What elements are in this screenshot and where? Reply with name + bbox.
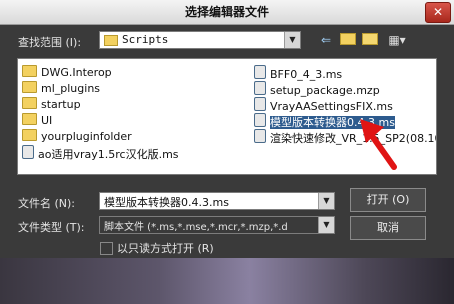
filename-value: 模型版本转换器0.4.3.ms [104, 196, 229, 209]
list-item[interactable]: setup_package.mzp [254, 81, 380, 97]
list-item[interactable]: startup [22, 97, 81, 111]
view-menu-icon[interactable]: ▦▾ [385, 33, 409, 47]
package-file-icon [254, 81, 266, 95]
folder-icon [104, 35, 118, 46]
lookin-label: 查找范围 (I): [18, 36, 82, 49]
chevron-down-icon[interactable]: ▼ [284, 32, 300, 48]
file-list[interactable]: DWG.Interop ml_plugins startup UI yourpl… [17, 58, 437, 175]
folder-icon [22, 113, 37, 125]
list-item[interactable]: yourpluginfolder [22, 129, 132, 143]
filetype-value: 脚本文件 (*.ms,*.mse,*.mcr,*.mzp,*.d [104, 222, 288, 233]
filetype-label: 文件类型 (T): [18, 221, 85, 234]
list-item[interactable]: DWG.Interop [22, 65, 112, 79]
lookin-value: Scripts [122, 33, 169, 46]
chevron-down-icon[interactable]: ▼ [318, 217, 334, 233]
folder-icon [22, 97, 37, 109]
title-bar: 选择编辑器文件 ✕ [0, 0, 454, 25]
script-file-icon [254, 129, 266, 143]
folder-icon [22, 129, 37, 141]
list-item[interactable]: UI [22, 113, 52, 127]
script-file-icon [22, 145, 34, 159]
dialog-title: 选择编辑器文件 [184, 5, 269, 19]
up-folder-icon[interactable] [340, 33, 356, 47]
readonly-label: 以只读方式打开 (R) [117, 242, 214, 255]
background-taskbar [0, 258, 454, 304]
script-file-icon [254, 113, 266, 127]
folder-icon [22, 81, 37, 93]
list-item[interactable]: VrayAASettingsFIX.ms [254, 97, 393, 113]
red-arrow-annotation [360, 119, 397, 170]
new-folder-icon[interactable] [362, 33, 378, 47]
filetype-dropdown[interactable]: 脚本文件 (*.ms,*.mse,*.mcr,*.mzp,*.d ▼ [99, 216, 335, 234]
lookin-dropdown[interactable]: Scripts ▼ [99, 31, 301, 49]
list-item[interactable]: ml_plugins [22, 81, 100, 95]
filename-input[interactable]: 模型版本转换器0.4.3.ms ▼ [99, 192, 335, 210]
filename-label: 文件名 (N): [18, 197, 76, 210]
list-item[interactable]: ao适用vray1.5rc汉化版.ms [22, 145, 179, 161]
folder-icon [22, 65, 37, 77]
script-file-icon [254, 97, 266, 111]
cancel-button[interactable]: 取消 [350, 216, 426, 240]
back-icon[interactable]: ⇐ [318, 33, 334, 47]
open-file-dialog: 选择编辑器文件 ✕ 查找范围 (I): Scripts ▼ ⇐ ▦▾ DWG.I… [0, 0, 454, 258]
chevron-down-icon[interactable]: ▼ [318, 193, 334, 209]
open-button[interactable]: 打开 (O) [350, 188, 426, 212]
script-file-icon [254, 65, 266, 79]
list-item[interactable]: BFF0_4_3.ms [254, 65, 342, 81]
close-button[interactable]: ✕ [425, 2, 451, 23]
readonly-checkbox[interactable] [100, 242, 113, 255]
